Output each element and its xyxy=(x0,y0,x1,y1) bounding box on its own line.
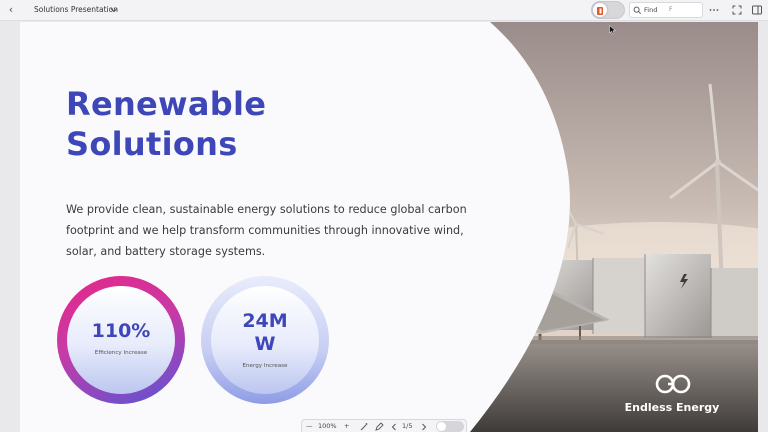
stat-circle-efficiency: 110% Efficiency Increase xyxy=(57,276,185,404)
pen-icon[interactable] xyxy=(374,422,384,432)
back-button[interactable]: ‹ xyxy=(4,3,18,17)
stat-label: Energy Increase xyxy=(242,363,288,369)
magic-wand-icon[interactable] xyxy=(359,422,369,432)
headline-line: Renewable xyxy=(66,85,267,123)
sidebar-toggle-icon[interactable] xyxy=(751,4,763,16)
description-line: We provide clean, sustainable energy sol… xyxy=(66,203,467,216)
chevron-right-icon[interactable] xyxy=(420,422,428,432)
presentation-slide: Renewable Solutions We provide clean, su… xyxy=(20,22,758,432)
stat-value: 110% xyxy=(91,320,151,342)
stat-label: Efficiency Increase xyxy=(94,350,148,356)
slide-headline: Renewable Solutions xyxy=(66,84,366,164)
fullscreen-icon[interactable] xyxy=(731,4,743,16)
office-app-toggle[interactable] xyxy=(591,1,625,19)
find-shortcut: F xyxy=(669,6,673,13)
brand-name: Endless Energy xyxy=(624,401,720,414)
stat-value: 24M xyxy=(242,310,288,332)
more-horizontal-icon[interactable] xyxy=(708,4,720,16)
zoom-out-button[interactable]: — xyxy=(306,421,313,432)
description-line: footprint and we help transform communit… xyxy=(66,224,464,237)
page-indicator: 1/5 xyxy=(402,422,413,430)
search-icon xyxy=(633,6,642,15)
top-toolbar: ‹ Solutions Presentation Find F xyxy=(0,0,768,21)
zoom-in-button[interactable]: + xyxy=(344,421,349,432)
office-logo-icon xyxy=(593,3,607,17)
toggle-knob xyxy=(437,422,446,431)
mouse-cursor-icon xyxy=(609,25,617,35)
stat-circle-energy: 24M W Energy Increase xyxy=(201,276,329,404)
presenter-toggle[interactable] xyxy=(436,421,464,432)
stat-value: W xyxy=(254,333,276,355)
description-line: solar, and battery storage systems. xyxy=(66,245,266,258)
chevron-down-icon[interactable] xyxy=(109,4,119,16)
slide-description: We provide clean, sustainable energy sol… xyxy=(66,199,467,262)
find-input[interactable]: Find F xyxy=(629,2,703,18)
brand-logo: Endless Energy xyxy=(616,370,728,420)
infinity-logo-icon xyxy=(655,374,691,394)
zoom-page-bar: — 100% + 1/5 xyxy=(301,419,467,432)
headline-line: Solutions xyxy=(66,125,238,163)
document-title[interactable]: Solutions Presentation xyxy=(34,4,118,16)
chevron-left-icon[interactable] xyxy=(390,422,398,432)
chevron-left-icon: ‹ xyxy=(8,3,14,16)
zoom-level[interactable]: 100% xyxy=(318,421,337,432)
find-label: Find xyxy=(644,6,658,14)
